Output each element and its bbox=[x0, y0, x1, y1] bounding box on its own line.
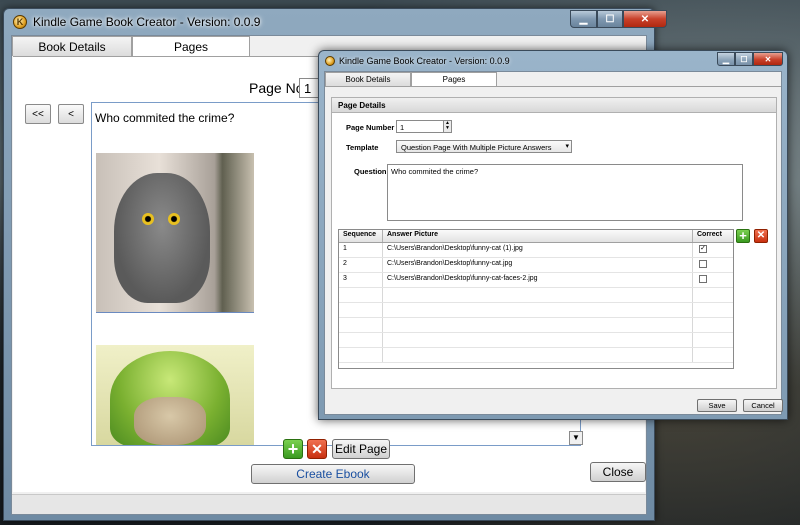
row-sequence: 2 bbox=[339, 258, 383, 272]
row-sequence: 1 bbox=[339, 243, 383, 257]
column-header-answer-picture[interactable]: Answer Picture bbox=[383, 230, 693, 242]
table-row-empty bbox=[339, 318, 733, 333]
row-sequence: 3 bbox=[339, 273, 383, 287]
table-row-empty bbox=[339, 303, 733, 318]
tab-book-details[interactable]: Book Details bbox=[12, 36, 132, 56]
row-correct-cell bbox=[693, 273, 733, 287]
cancel-button[interactable]: Cancel bbox=[743, 399, 783, 412]
preview-question-text: Who commited the crime? bbox=[95, 111, 235, 125]
dialog-window-controls: ▁ ☐ ✕ bbox=[717, 52, 783, 66]
add-answer-button[interactable]: + bbox=[736, 229, 750, 243]
dialog-tabbar: Book Details Pages bbox=[325, 72, 497, 86]
tab-book-details[interactable]: Book Details bbox=[325, 72, 411, 86]
template-select-value: Question Page With Multiple Picture Answ… bbox=[401, 143, 552, 152]
table-row-empty bbox=[339, 333, 733, 348]
row-answer-picture: C:\Users\Brandon\Desktop\funny-cat (1).j… bbox=[383, 243, 693, 257]
template-select[interactable]: Question Page With Multiple Picture Answ… bbox=[396, 140, 572, 153]
correct-checkbox[interactable] bbox=[699, 275, 707, 283]
correct-checkbox[interactable]: ✓ bbox=[699, 245, 707, 253]
table-row[interactable]: 1 C:\Users\Brandon\Desktop\funny-cat (1)… bbox=[339, 243, 733, 258]
window-controls: ▁ ☐ ✕ bbox=[570, 10, 667, 28]
close-window-button[interactable]: ✕ bbox=[753, 52, 783, 66]
create-ebook-button[interactable]: Create Ebook bbox=[251, 464, 415, 484]
cat-eye-left bbox=[142, 213, 154, 225]
table-row[interactable]: 2 C:\Users\Brandon\Desktop\funny-cat.jpg bbox=[339, 258, 733, 273]
close-window-button[interactable]: ✕ bbox=[623, 10, 667, 28]
dialog-title: Kindle Game Book Creator - Version: 0.0.… bbox=[339, 56, 510, 66]
tab-pages[interactable]: Pages bbox=[132, 36, 250, 56]
correct-checkbox[interactable] bbox=[699, 260, 707, 268]
save-button[interactable]: Save bbox=[697, 399, 737, 412]
page-number-label: Page Number bbox=[346, 123, 395, 132]
edit-page-dialog: Kindle Game Book Creator - Version: 0.0.… bbox=[318, 50, 788, 420]
edit-page-button[interactable]: Edit Page bbox=[332, 439, 390, 459]
tab-pages[interactable]: Pages bbox=[411, 72, 497, 86]
row-answer-picture: C:\Users\Brandon\Desktop\funny-cat-faces… bbox=[383, 273, 693, 287]
row-correct-cell: ✓ bbox=[693, 243, 733, 257]
minimize-button[interactable]: ▁ bbox=[570, 10, 597, 28]
cat-figure bbox=[114, 173, 210, 303]
answers-table-header: Sequence Answer Picture Correct bbox=[339, 230, 733, 243]
dialog-titlebar[interactable]: Kindle Game Book Creator - Version: 0.0.… bbox=[319, 51, 787, 71]
dialog-pages-panel: Page Details Page Number 1 ▲ ▼ Template Q… bbox=[325, 86, 783, 414]
photo-cat-surprised bbox=[96, 153, 254, 313]
table-row[interactable]: 3 C:\Users\Brandon\Desktop\funny-cat-fac… bbox=[339, 273, 733, 288]
chevron-down-icon[interactable]: ▼ bbox=[569, 431, 583, 445]
cat-face bbox=[134, 397, 206, 445]
prev-page-button[interactable]: < bbox=[58, 104, 84, 124]
row-correct-cell bbox=[693, 258, 733, 272]
main-tabbar: Book Details Pages bbox=[12, 36, 250, 56]
minimize-button[interactable]: ▁ bbox=[717, 52, 735, 66]
page-number-stepper[interactable]: ▲ ▼ bbox=[443, 120, 452, 133]
page-details-group: Page Number 1 ▲ ▼ Template Question Page … bbox=[331, 113, 777, 389]
cat-eye-right bbox=[168, 213, 180, 225]
app-logo-icon bbox=[325, 56, 335, 66]
maximize-button[interactable]: ☐ bbox=[597, 10, 623, 28]
table-row-empty bbox=[339, 348, 733, 363]
app-logo-icon: K bbox=[13, 15, 27, 29]
close-button[interactable]: Close bbox=[590, 462, 646, 482]
question-label: Question bbox=[354, 167, 387, 176]
delete-answer-button[interactable]: ✕ bbox=[754, 229, 768, 243]
page-details-header: Page Details bbox=[331, 97, 777, 113]
photo-cat-melon-helmet bbox=[96, 345, 254, 445]
chevron-down-icon: ▾ bbox=[565, 143, 569, 150]
column-header-sequence[interactable]: Sequence bbox=[339, 230, 383, 242]
column-header-correct[interactable]: Correct bbox=[693, 230, 733, 242]
row-answer-picture: C:\Users\Brandon\Desktop\funny-cat.jpg bbox=[383, 258, 693, 272]
main-titlebar[interactable]: K Kindle Game Book Creator - Version: 0.… bbox=[4, 9, 667, 35]
add-page-button[interactable]: + bbox=[283, 439, 303, 459]
delete-page-button[interactable]: ✕ bbox=[307, 439, 327, 459]
first-page-button[interactable]: << bbox=[25, 104, 51, 124]
main-window-title: Kindle Game Book Creator - Version: 0.0.… bbox=[33, 15, 261, 29]
status-bar bbox=[12, 494, 646, 514]
maximize-button[interactable]: ☐ bbox=[735, 52, 753, 66]
page-number-input[interactable]: 1 bbox=[396, 120, 444, 133]
table-row-empty bbox=[339, 288, 733, 303]
template-label: Template bbox=[346, 143, 379, 152]
dialog-client-area: Book Details Pages Page Details Page Num… bbox=[324, 71, 783, 415]
question-textarea[interactable]: Who commited the crime? bbox=[387, 164, 743, 221]
answers-table: Sequence Answer Picture Correct 1 C:\Use… bbox=[338, 229, 734, 369]
